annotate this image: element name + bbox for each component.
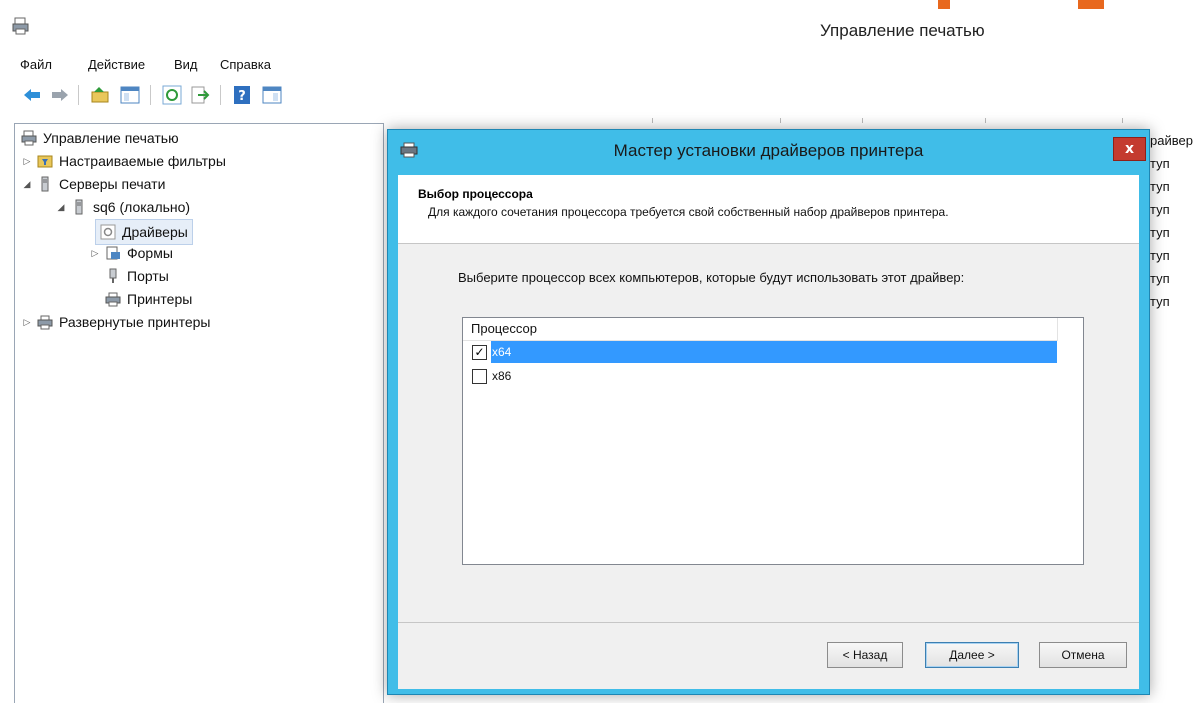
expand-arrow-icon[interactable]: ▷ (21, 156, 33, 167)
tree-label: Принтеры (127, 291, 193, 307)
print-management-icon (12, 17, 29, 35)
back-arrow-icon[interactable] (22, 85, 42, 105)
list-item[interactable]: туп (1150, 271, 1170, 286)
tree-label: Настраиваемые фильтры (59, 153, 226, 169)
checkbox-x86[interactable] (472, 369, 487, 384)
list-item[interactable]: туп (1150, 179, 1170, 194)
show-hide-tree-icon[interactable] (120, 85, 140, 105)
tree-label: Серверы печати (59, 176, 166, 192)
print-management-icon (21, 130, 37, 146)
tree-label: Формы (127, 245, 173, 261)
expand-arrow-icon[interactable]: ▷ (21, 317, 33, 328)
tree-node-print-servers[interactable]: ◢ Серверы печати (21, 173, 166, 195)
filter-folder-icon (37, 155, 53, 168)
toolbar-separator (220, 85, 221, 105)
dialog-title: Мастер установки драйверов принтера (613, 141, 924, 160)
refresh-icon[interactable] (162, 85, 182, 105)
checkbox-x64[interactable]: ✓ (472, 345, 487, 360)
svg-text:?: ? (238, 89, 246, 104)
forward-arrow-icon[interactable] (50, 85, 70, 105)
menu-file[interactable]: Файл (20, 57, 52, 72)
instruction-text: Выберите процессор всех компьютеров, кот… (458, 270, 965, 285)
toolbar: ? (0, 77, 1204, 111)
tree-node-deployed-printers[interactable]: ▷ Развернутые принтеры (21, 311, 211, 333)
toolbar-separator (150, 85, 151, 105)
accent-bar (938, 0, 950, 9)
collapse-arrow-icon[interactable]: ◢ (55, 202, 67, 213)
back-button[interactable]: < Назад (827, 642, 903, 668)
forms-icon (106, 246, 120, 260)
printer-icon (37, 315, 53, 330)
server-icon (75, 199, 83, 215)
list-item-label: x86 (492, 369, 512, 383)
dialog-body: Выбор процессора Для каждого сочетания п… (398, 175, 1139, 689)
list-item-label: x64 (492, 345, 512, 359)
tree-label: Драйверы (122, 224, 188, 240)
tree-node-server[interactable]: ◢ sq6 (локально) (55, 196, 191, 218)
menu-help[interactable]: Справка (220, 57, 271, 72)
tree-label: Развернутые принтеры (59, 314, 211, 330)
menu-bar: Файл Действие Вид Справка (0, 51, 1204, 77)
tree-label: sq6 (локально) (93, 199, 191, 215)
column-header-label: Процессор (471, 321, 537, 336)
list-item[interactable]: туп (1150, 225, 1170, 240)
column-header-fragment[interactable]: райвер (1150, 133, 1193, 148)
port-icon (109, 268, 117, 283)
toolbar-separator (78, 85, 79, 105)
list-column-header[interactable]: Процессор (463, 318, 1058, 341)
selection-highlight (491, 341, 1057, 363)
tree-node-printers[interactable]: Принтеры (105, 288, 192, 310)
navigation-tree: Управление печатью ▷ Настраиваемые фильт… (14, 123, 384, 703)
list-item[interactable]: туп (1150, 156, 1170, 171)
up-folder-icon[interactable] (90, 85, 110, 105)
section-title: Выбор процессора (418, 187, 533, 201)
menu-action[interactable]: Действие (88, 57, 145, 72)
tree-node-ports[interactable]: Порты (105, 265, 169, 287)
help-icon[interactable]: ? (232, 85, 252, 105)
drivers-icon (100, 224, 116, 240)
list-item-x64[interactable]: ✓ x64 (463, 341, 1057, 363)
section-description: Для каждого сочетания процессора требует… (428, 205, 949, 219)
window-titlebar[interactable]: Управление печатью (0, 9, 1204, 51)
expand-arrow-icon[interactable]: ▷ (89, 248, 101, 259)
footer-divider (398, 622, 1139, 623)
tree-node-print-management[interactable]: Управление печатью (21, 127, 179, 149)
accent-bar (1078, 0, 1104, 9)
next-button[interactable]: Далее > (925, 642, 1019, 668)
list-item[interactable]: туп (1150, 202, 1170, 217)
list-item[interactable]: туп (1150, 248, 1170, 263)
tree-label: Порты (127, 268, 169, 284)
window-title: Управление печатью (820, 21, 985, 40)
processor-list: Процессор ✓ x64 x86 (462, 317, 1084, 565)
cancel-button[interactable]: Отмена (1039, 642, 1127, 668)
tree-node-forms[interactable]: ▷ Формы (89, 242, 173, 264)
wizard-header: Выбор процессора Для каждого сочетания п… (398, 175, 1139, 244)
collapse-arrow-icon[interactable]: ◢ (21, 179, 33, 190)
list-item-x86[interactable]: x86 (463, 365, 1057, 387)
menu-view[interactable]: Вид (174, 57, 198, 72)
server-icon (41, 176, 49, 192)
printer-icon (105, 292, 121, 307)
tree-label: Управление печатью (43, 130, 179, 146)
list-item[interactable]: туп (1150, 294, 1170, 309)
tree-node-custom-filters[interactable]: ▷ Настраиваемые фильтры (21, 150, 226, 172)
close-button[interactable]: x (1113, 137, 1146, 161)
export-list-icon[interactable] (190, 85, 210, 105)
driver-install-wizard-dialog: Мастер установки драйверов принтера x Вы… (387, 129, 1150, 695)
show-action-pane-icon[interactable] (262, 85, 282, 105)
